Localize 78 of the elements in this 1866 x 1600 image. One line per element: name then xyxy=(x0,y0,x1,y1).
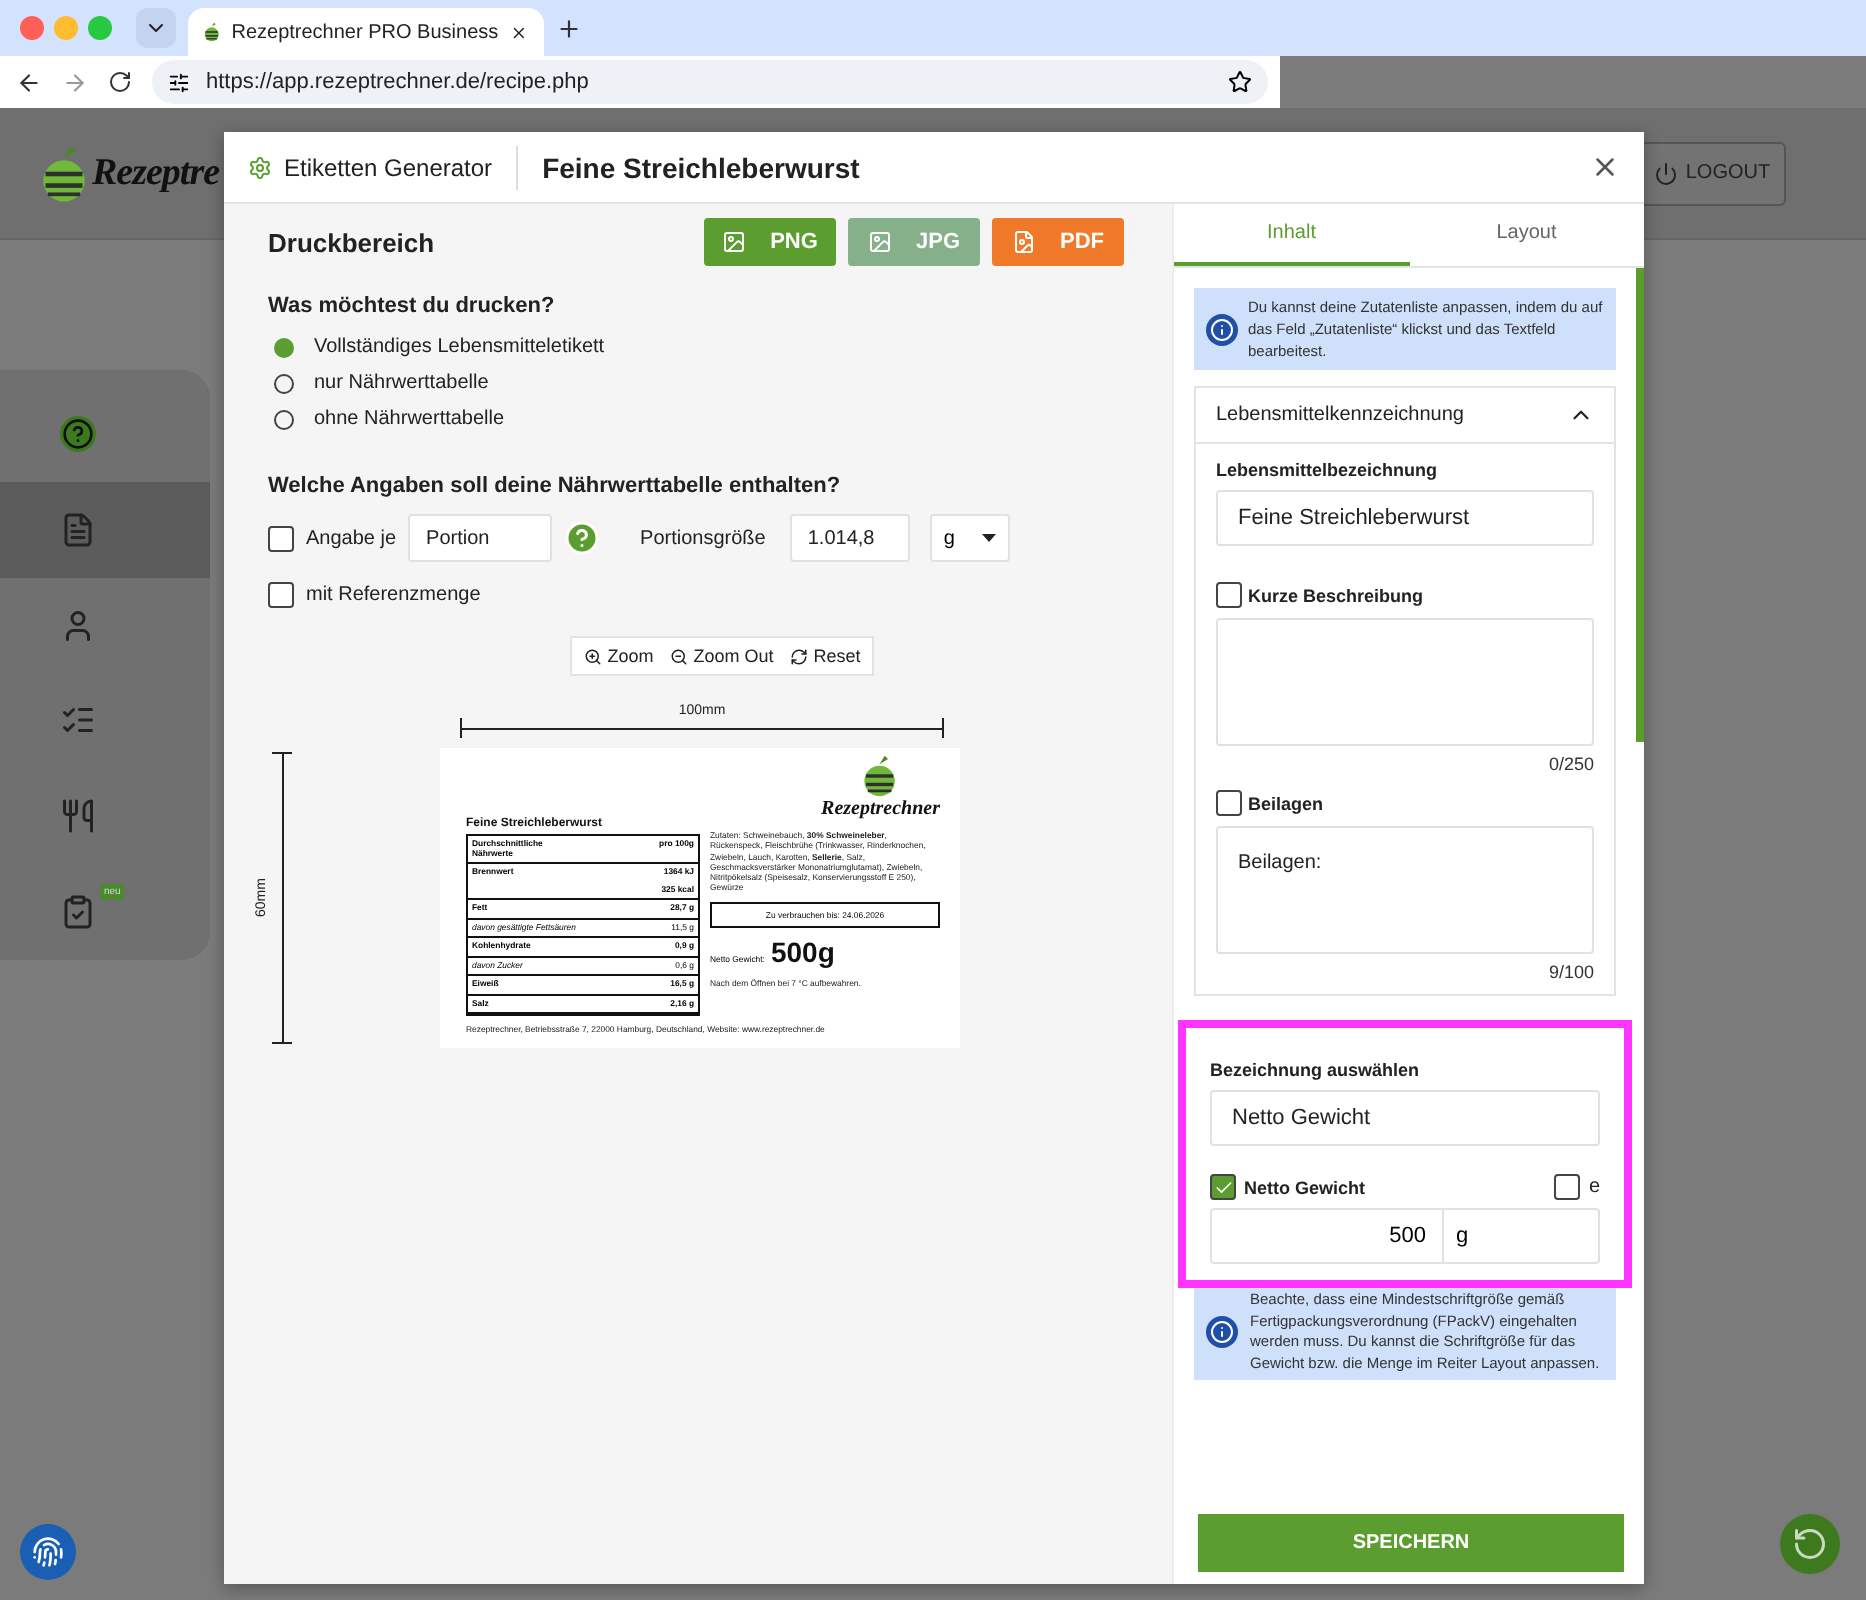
utensils-icon xyxy=(60,798,96,835)
help-icon xyxy=(60,415,96,452)
refresh-button[interactable] xyxy=(1780,1514,1840,1574)
zoom-tool-button[interactable]: Zoom Out xyxy=(669,646,774,666)
file-icon xyxy=(1012,230,1036,254)
checkbox-label[interactable]: mit Referenzmenge xyxy=(306,584,481,606)
forward-button[interactable] xyxy=(62,69,88,95)
checkbox[interactable] xyxy=(1216,582,1242,608)
fingerprint-icon xyxy=(32,1534,64,1570)
zoom-out-icon xyxy=(669,647,688,665)
close-button[interactable] xyxy=(1590,152,1620,182)
net-weight-value: 500g xyxy=(770,935,835,968)
sides-field[interactable]: Beilagen: xyxy=(1216,826,1594,954)
radio-button[interactable] xyxy=(274,337,294,357)
check-icon xyxy=(1213,1177,1233,1197)
name-field[interactable]: Feine Streichleberwurst xyxy=(1216,490,1594,546)
modal-title: Feine Streichleberwurst xyxy=(540,151,862,183)
logo-text: Rezeptrechner xyxy=(821,798,940,820)
user-icon xyxy=(60,607,96,644)
info-icon xyxy=(1206,313,1238,345)
refresh-icon xyxy=(789,647,808,665)
scrollbar-thumb[interactable] xyxy=(1636,268,1644,742)
reload-button[interactable] xyxy=(108,70,132,94)
image-icon xyxy=(722,230,747,254)
checkbox-label[interactable]: Kurze Beschreibung xyxy=(1248,585,1424,605)
portion-size-field[interactable]: 1.014,8 xyxy=(789,514,910,562)
unit-select[interactable]: g xyxy=(929,514,1010,562)
help-icon[interactable] xyxy=(564,520,601,556)
question-text: Was möchtest du drucken? xyxy=(268,294,557,318)
field-label: Portionsgröße xyxy=(640,527,766,549)
fingerprint-button[interactable] xyxy=(20,1524,76,1580)
radio-label[interactable]: ohne Nährwerttabelle xyxy=(314,408,505,430)
radio-button[interactable] xyxy=(274,373,294,393)
document-icon xyxy=(60,511,96,548)
apple-logo-icon xyxy=(862,754,899,798)
field-label: Lebensmittelbezeichnung xyxy=(1216,460,1440,480)
zoom-tool-button[interactable]: Reset xyxy=(789,646,861,666)
gear-icon xyxy=(248,155,272,179)
portion-field[interactable]: Portion xyxy=(408,514,553,562)
browser-tab[interactable]: Rezeptrechner PRO Business xyxy=(188,8,544,56)
back-button[interactable] xyxy=(16,69,42,95)
clipboard-icon xyxy=(60,894,96,931)
radio-label[interactable]: Vollständiges Lebensmitteletikett xyxy=(314,336,605,358)
zoom-tool-button[interactable]: Zoom xyxy=(583,646,654,666)
character-counter: 0/250 xyxy=(1548,754,1594,774)
caret-icon xyxy=(981,534,996,542)
designation-field[interactable]: Netto Gewicht xyxy=(1210,1090,1600,1146)
checkbox[interactable] xyxy=(1210,1174,1236,1200)
checkbox-label[interactable]: Angabe je xyxy=(306,527,397,549)
new-tab-button[interactable] xyxy=(556,15,582,41)
character-counter: 9/100 xyxy=(1548,962,1594,982)
checkbox-label[interactable]: Netto Gewicht xyxy=(1244,1177,1366,1197)
logo-text: Rezeptre xyxy=(92,151,220,195)
checkbox[interactable] xyxy=(1216,790,1242,816)
question-text: Welche Angaben soll deine Nährwerttabelle enthalten? xyxy=(268,474,843,498)
apple-logo-icon xyxy=(204,20,220,44)
site-settings-icon[interactable] xyxy=(168,71,190,93)
checkbox[interactable] xyxy=(268,582,294,608)
field-label: Bezeichnung auswählen xyxy=(1210,1060,1422,1080)
checkbox-label[interactable]: e xyxy=(1588,1176,1600,1198)
apple-logo-icon xyxy=(40,143,88,203)
radio-label[interactable]: nur Nährwerttabelle xyxy=(314,372,489,394)
address-bar[interactable]: https://app.rezeptrechner.de/recipe.php xyxy=(152,60,1268,104)
image-icon xyxy=(867,230,892,254)
refresh-icon xyxy=(1792,1526,1828,1562)
tab-list-button[interactable] xyxy=(136,8,176,48)
checkbox[interactable] xyxy=(268,525,294,551)
description-field[interactable] xyxy=(1216,618,1594,746)
star-icon[interactable] xyxy=(1228,70,1252,94)
generator-text: Etiketten Generator xyxy=(284,153,493,181)
zoom-in-icon xyxy=(583,647,602,665)
info-icon xyxy=(1206,1316,1238,1348)
radio-button[interactable] xyxy=(274,409,294,429)
power-icon xyxy=(1653,161,1678,185)
section-heading: Druckbereich xyxy=(268,227,435,257)
amount-field[interactable]: 500 g xyxy=(1210,1208,1600,1264)
checkbox-label[interactable]: Beilagen xyxy=(1248,793,1324,813)
checkbox[interactable] xyxy=(1554,1174,1581,1200)
